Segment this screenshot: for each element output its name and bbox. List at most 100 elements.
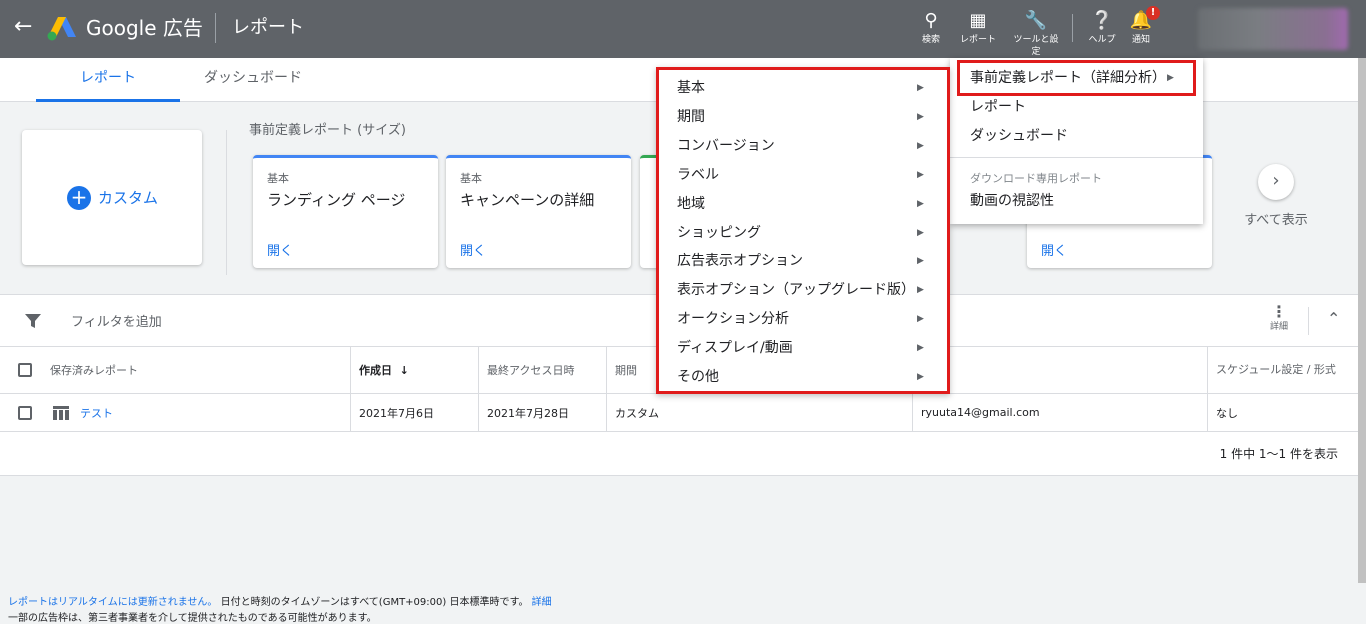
submenu-arrow-icon: ▶ bbox=[917, 170, 924, 180]
add-filter-button[interactable]: フィルタを追加 bbox=[71, 311, 162, 330]
pagination-summary: 1 件中 1～1 件を表示 bbox=[1219, 447, 1338, 461]
report-card-campaign-details[interactable]: 基本 キャンペーンの詳細 開く bbox=[446, 155, 631, 268]
report-card-name: ランディング ページ bbox=[267, 191, 406, 209]
menu-item-reports[interactable]: レポート bbox=[950, 93, 1203, 121]
submenu-item-label: 基本 bbox=[677, 80, 705, 96]
menu-section-download-only: ダウンロード専用レポート bbox=[970, 172, 1102, 185]
predefined-section-title: 事前定義レポート (サイズ) bbox=[249, 123, 406, 138]
submenu-item-ad-extensions[interactable]: 広告表示オプション ▶ bbox=[659, 247, 947, 276]
footer-disclaimer: 一部の広告枠は、第三者事業者を介して提供されたものである可能性があります。 bbox=[8, 613, 377, 624]
report-card-landing-page[interactable]: 基本 ランディング ページ 開く bbox=[253, 155, 438, 268]
column-header-last-access[interactable]: 最終アクセス日時 bbox=[478, 347, 606, 393]
submenu-arrow-icon: ▶ bbox=[917, 314, 924, 324]
footer-timezone-text: 日付と時刻のタイムゾーンはすべて(GMT+09:00) 日本標準時です。 bbox=[220, 597, 529, 608]
submenu-arrow-icon: ▶ bbox=[917, 285, 924, 295]
column-header-schedule[interactable]: スケジュール設定 / 形式 bbox=[1207, 347, 1366, 393]
menu-item-dashboards[interactable]: ダッシュボード bbox=[950, 122, 1203, 150]
search-icon: ⚲ bbox=[924, 10, 938, 31]
column-header-created[interactable]: 作成日 ↓ bbox=[350, 347, 478, 393]
submenu-item-extensions-upgraded[interactable]: 表示オプション（アップグレード版） ▶ bbox=[659, 276, 947, 305]
bar-chart-icon: ▦ bbox=[969, 10, 987, 31]
report-card-open-link[interactable]: 開く bbox=[1041, 240, 1067, 259]
report-name-link[interactable]: テスト bbox=[80, 405, 113, 421]
report-card-open-link[interactable]: 開く bbox=[267, 240, 293, 259]
more-vert-icon: ⋮ bbox=[1271, 302, 1287, 321]
brand-name: Google 広告 bbox=[86, 16, 203, 40]
select-all-checkbox[interactable] bbox=[18, 363, 32, 377]
report-card-category: 基本 bbox=[460, 172, 482, 185]
footer-notice-link[interactable]: レポートはリアルタイムには更新されません。 bbox=[8, 597, 217, 608]
submenu-arrow-icon: ▶ bbox=[917, 199, 924, 209]
sort-arrow-icon: ↓ bbox=[399, 363, 409, 377]
plus-icon: + bbox=[67, 186, 91, 210]
submenu-item-label: 表示オプション（アップグレード版） bbox=[677, 282, 915, 298]
submenu-item-time[interactable]: 期間 ▶ bbox=[659, 103, 947, 132]
cell-schedule: なし bbox=[1207, 394, 1366, 431]
google-ads-logo-icon bbox=[47, 17, 76, 41]
submenu-arrow-icon: ▶ bbox=[917, 112, 924, 122]
toolbar-divider bbox=[1072, 14, 1073, 42]
more-options-button[interactable]: ⋮ 詳細 bbox=[1268, 303, 1290, 333]
menu-item-video-viewability[interactable]: 動画の視認性 bbox=[950, 187, 1203, 215]
search-tool-button[interactable]: ⚲ 検索 bbox=[906, 10, 956, 46]
submenu-item-label: 地域 bbox=[677, 196, 705, 212]
cards-divider bbox=[226, 130, 227, 275]
submenu-item-other[interactable]: その他 ▶ bbox=[659, 363, 947, 392]
submenu-item-label: コンバージョン bbox=[677, 138, 775, 154]
custom-report-card[interactable]: + カスタム bbox=[22, 130, 202, 265]
highlight-box bbox=[957, 60, 1196, 96]
tools-settings-button[interactable]: 🔧 ツールと設定 bbox=[1011, 10, 1061, 58]
view-all-link[interactable]: すべて表示 bbox=[1240, 212, 1312, 230]
notification-badge: ! bbox=[1146, 6, 1160, 20]
column-header-label: 作成日 bbox=[359, 364, 392, 377]
submenu-item-conversions[interactable]: コンバージョン ▶ bbox=[659, 132, 947, 161]
cell-created: 2021年7月6日 bbox=[350, 394, 478, 431]
report-card-open-link[interactable]: 開く bbox=[460, 240, 486, 259]
submenu-item-label: 広告表示オプション bbox=[677, 253, 803, 269]
submenu-item-display-video[interactable]: ディスプレイ/動画 ▶ bbox=[659, 334, 947, 363]
wrench-icon: 🔧 bbox=[1024, 10, 1048, 31]
footer-details-link[interactable]: 詳細 bbox=[532, 597, 552, 608]
submenu-arrow-icon: ▶ bbox=[917, 372, 924, 382]
submenu-arrow-icon: ▶ bbox=[917, 256, 924, 266]
header-divider bbox=[215, 13, 216, 43]
custom-report-label: カスタム bbox=[98, 189, 159, 207]
back-arrow-icon[interactable]: ← bbox=[14, 15, 38, 39]
top-app-bar: ← Google 広告 レポート ⚲ 検索 ▦ レポート 🔧 ツールと設定 ❔ … bbox=[0, 0, 1366, 58]
submenu-item-basic[interactable]: 基本 ▶ bbox=[659, 74, 947, 103]
filter-icon[interactable] bbox=[24, 313, 42, 329]
report-card-name: キャンペーンの詳細 bbox=[460, 191, 595, 209]
submenu-item-shopping[interactable]: ショッピング ▶ bbox=[659, 219, 947, 248]
tab-reports[interactable]: レポート bbox=[36, 58, 180, 102]
chevron-right-icon: › bbox=[1272, 170, 1280, 191]
row-checkbox[interactable] bbox=[18, 405, 32, 420]
column-header-label: 保存済みレポート bbox=[50, 364, 138, 377]
submenu-item-geographic[interactable]: 地域 ▶ bbox=[659, 190, 947, 219]
column-header-saved-report[interactable]: 保存済みレポート bbox=[0, 347, 350, 393]
submenu-arrow-icon: ▶ bbox=[917, 141, 924, 151]
page-scrollbar[interactable] bbox=[1358, 58, 1366, 583]
footer-notice: レポートはリアルタイムには更新されません。 日付と時刻のタイムゾーンはすべて(G… bbox=[8, 593, 552, 608]
submenu-item-label: 期間 bbox=[677, 109, 705, 125]
column-header-owner[interactable] bbox=[912, 347, 1207, 393]
tools-settings-label: ツールと設定 bbox=[1013, 35, 1059, 57]
reports-tool-button[interactable]: ▦ レポート bbox=[953, 10, 1003, 46]
submenu-item-label: ディスプレイ/動画 bbox=[677, 340, 793, 356]
submenu-item-labels[interactable]: ラベル ▶ bbox=[659, 161, 947, 190]
next-cards-button[interactable]: › bbox=[1258, 164, 1294, 200]
submenu-arrow-icon: ▶ bbox=[917, 83, 924, 93]
report-card-category: 基本 bbox=[267, 172, 289, 185]
cell-period: カスタム bbox=[606, 394, 912, 431]
predefined-reports-submenu: 基本 ▶ 期間 ▶ コンバージョン ▶ ラベル ▶ 地域 ▶ ショッピング ▶ 広告表示オプ… bbox=[656, 67, 950, 394]
submenu-item-label: ラベル bbox=[677, 167, 719, 183]
account-switcher[interactable] bbox=[1198, 8, 1348, 50]
submenu-item-label: オークション分析 bbox=[677, 311, 789, 327]
tab-dashboards[interactable]: ダッシュボード bbox=[180, 58, 326, 102]
page-title: レポート bbox=[232, 17, 304, 38]
chevron-up-icon[interactable]: ⌃ bbox=[1327, 309, 1340, 328]
submenu-item-label: ショッピング bbox=[677, 225, 761, 241]
table-row: テスト 2021年7月6日 2021年7月28日 カスタム ryuuta14@g… bbox=[0, 394, 1366, 432]
submenu-item-auction-insights[interactable]: オークション分析 ▶ bbox=[659, 305, 947, 334]
cell-last-access: 2021年7月28日 bbox=[478, 394, 606, 431]
search-tool-label: 検索 bbox=[921, 35, 940, 45]
